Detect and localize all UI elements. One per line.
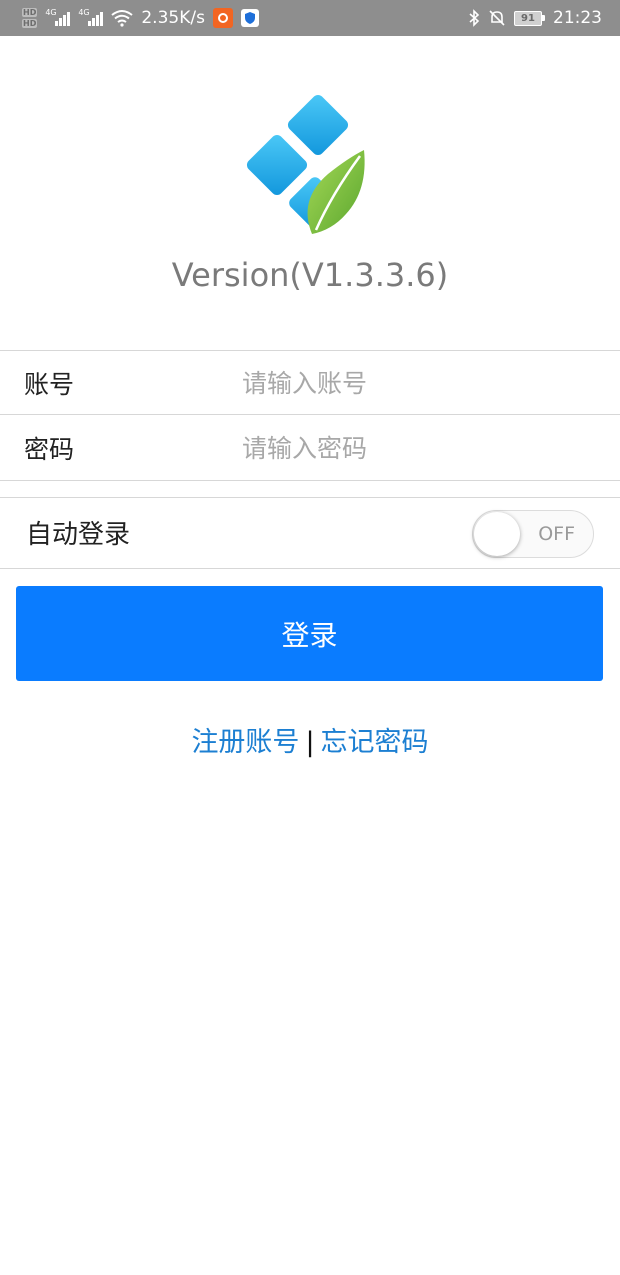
account-input[interactable] <box>242 363 602 403</box>
divider <box>0 480 620 481</box>
mute-icon <box>489 10 505 26</box>
divider <box>0 414 620 415</box>
login-screen: HD HD 4G 4G 2.35K/s 91 21:23 Version(V1.… <box>0 0 620 1275</box>
network-type-label: 4G <box>45 8 57 17</box>
link-separator: | <box>305 727 315 758</box>
shield-icon <box>240 9 259 27</box>
signal-icon-2: 4G <box>78 8 104 26</box>
divider <box>0 568 620 569</box>
account-label: 账号 <box>24 370 75 399</box>
signal-icon: 4G <box>45 8 71 26</box>
status-bar-left: HD HD 4G 4G 2.35K/s <box>22 7 259 29</box>
status-bar: HD HD 4G 4G 2.35K/s 91 21:23 <box>0 0 620 36</box>
network-speed: 2.35K/s <box>141 8 205 28</box>
app-logo-icon <box>246 94 365 234</box>
password-input[interactable] <box>242 428 602 468</box>
network-type-label-2: 4G <box>78 8 90 17</box>
forgot-password-link[interactable]: 忘记密码 <box>321 727 429 758</box>
login-button[interactable]: 登录 <box>16 586 603 681</box>
toggle-knob[interactable] <box>474 512 520 556</box>
password-label: 密码 <box>24 435 75 464</box>
toggle-state-text: OFF <box>538 523 575 545</box>
auto-login-label: 自动登录 <box>26 520 131 550</box>
hd-indicator: HD HD <box>22 7 38 29</box>
battery-icon: 91 <box>514 10 545 26</box>
hd-top-badge: HD <box>22 8 38 17</box>
battery-level: 91 <box>514 10 542 26</box>
password-row: 密码 <box>0 416 620 480</box>
wifi-icon <box>111 10 133 27</box>
account-row: 账号 <box>0 351 620 415</box>
auto-login-toggle[interactable]: OFF <box>472 510 594 558</box>
bluetooth-icon <box>469 9 480 27</box>
divider <box>0 497 620 498</box>
status-bar-right: 91 21:23 <box>468 8 602 28</box>
hd-bottom-badge: HD <box>22 19 38 28</box>
account-links: 注册账号 | 忘记密码 <box>0 720 620 759</box>
app-notification-icon <box>212 8 233 28</box>
version-label: Version(V1.3.3.6) <box>171 256 449 294</box>
clock: 21:23 <box>553 8 602 28</box>
register-link[interactable]: 注册账号 <box>191 727 299 758</box>
